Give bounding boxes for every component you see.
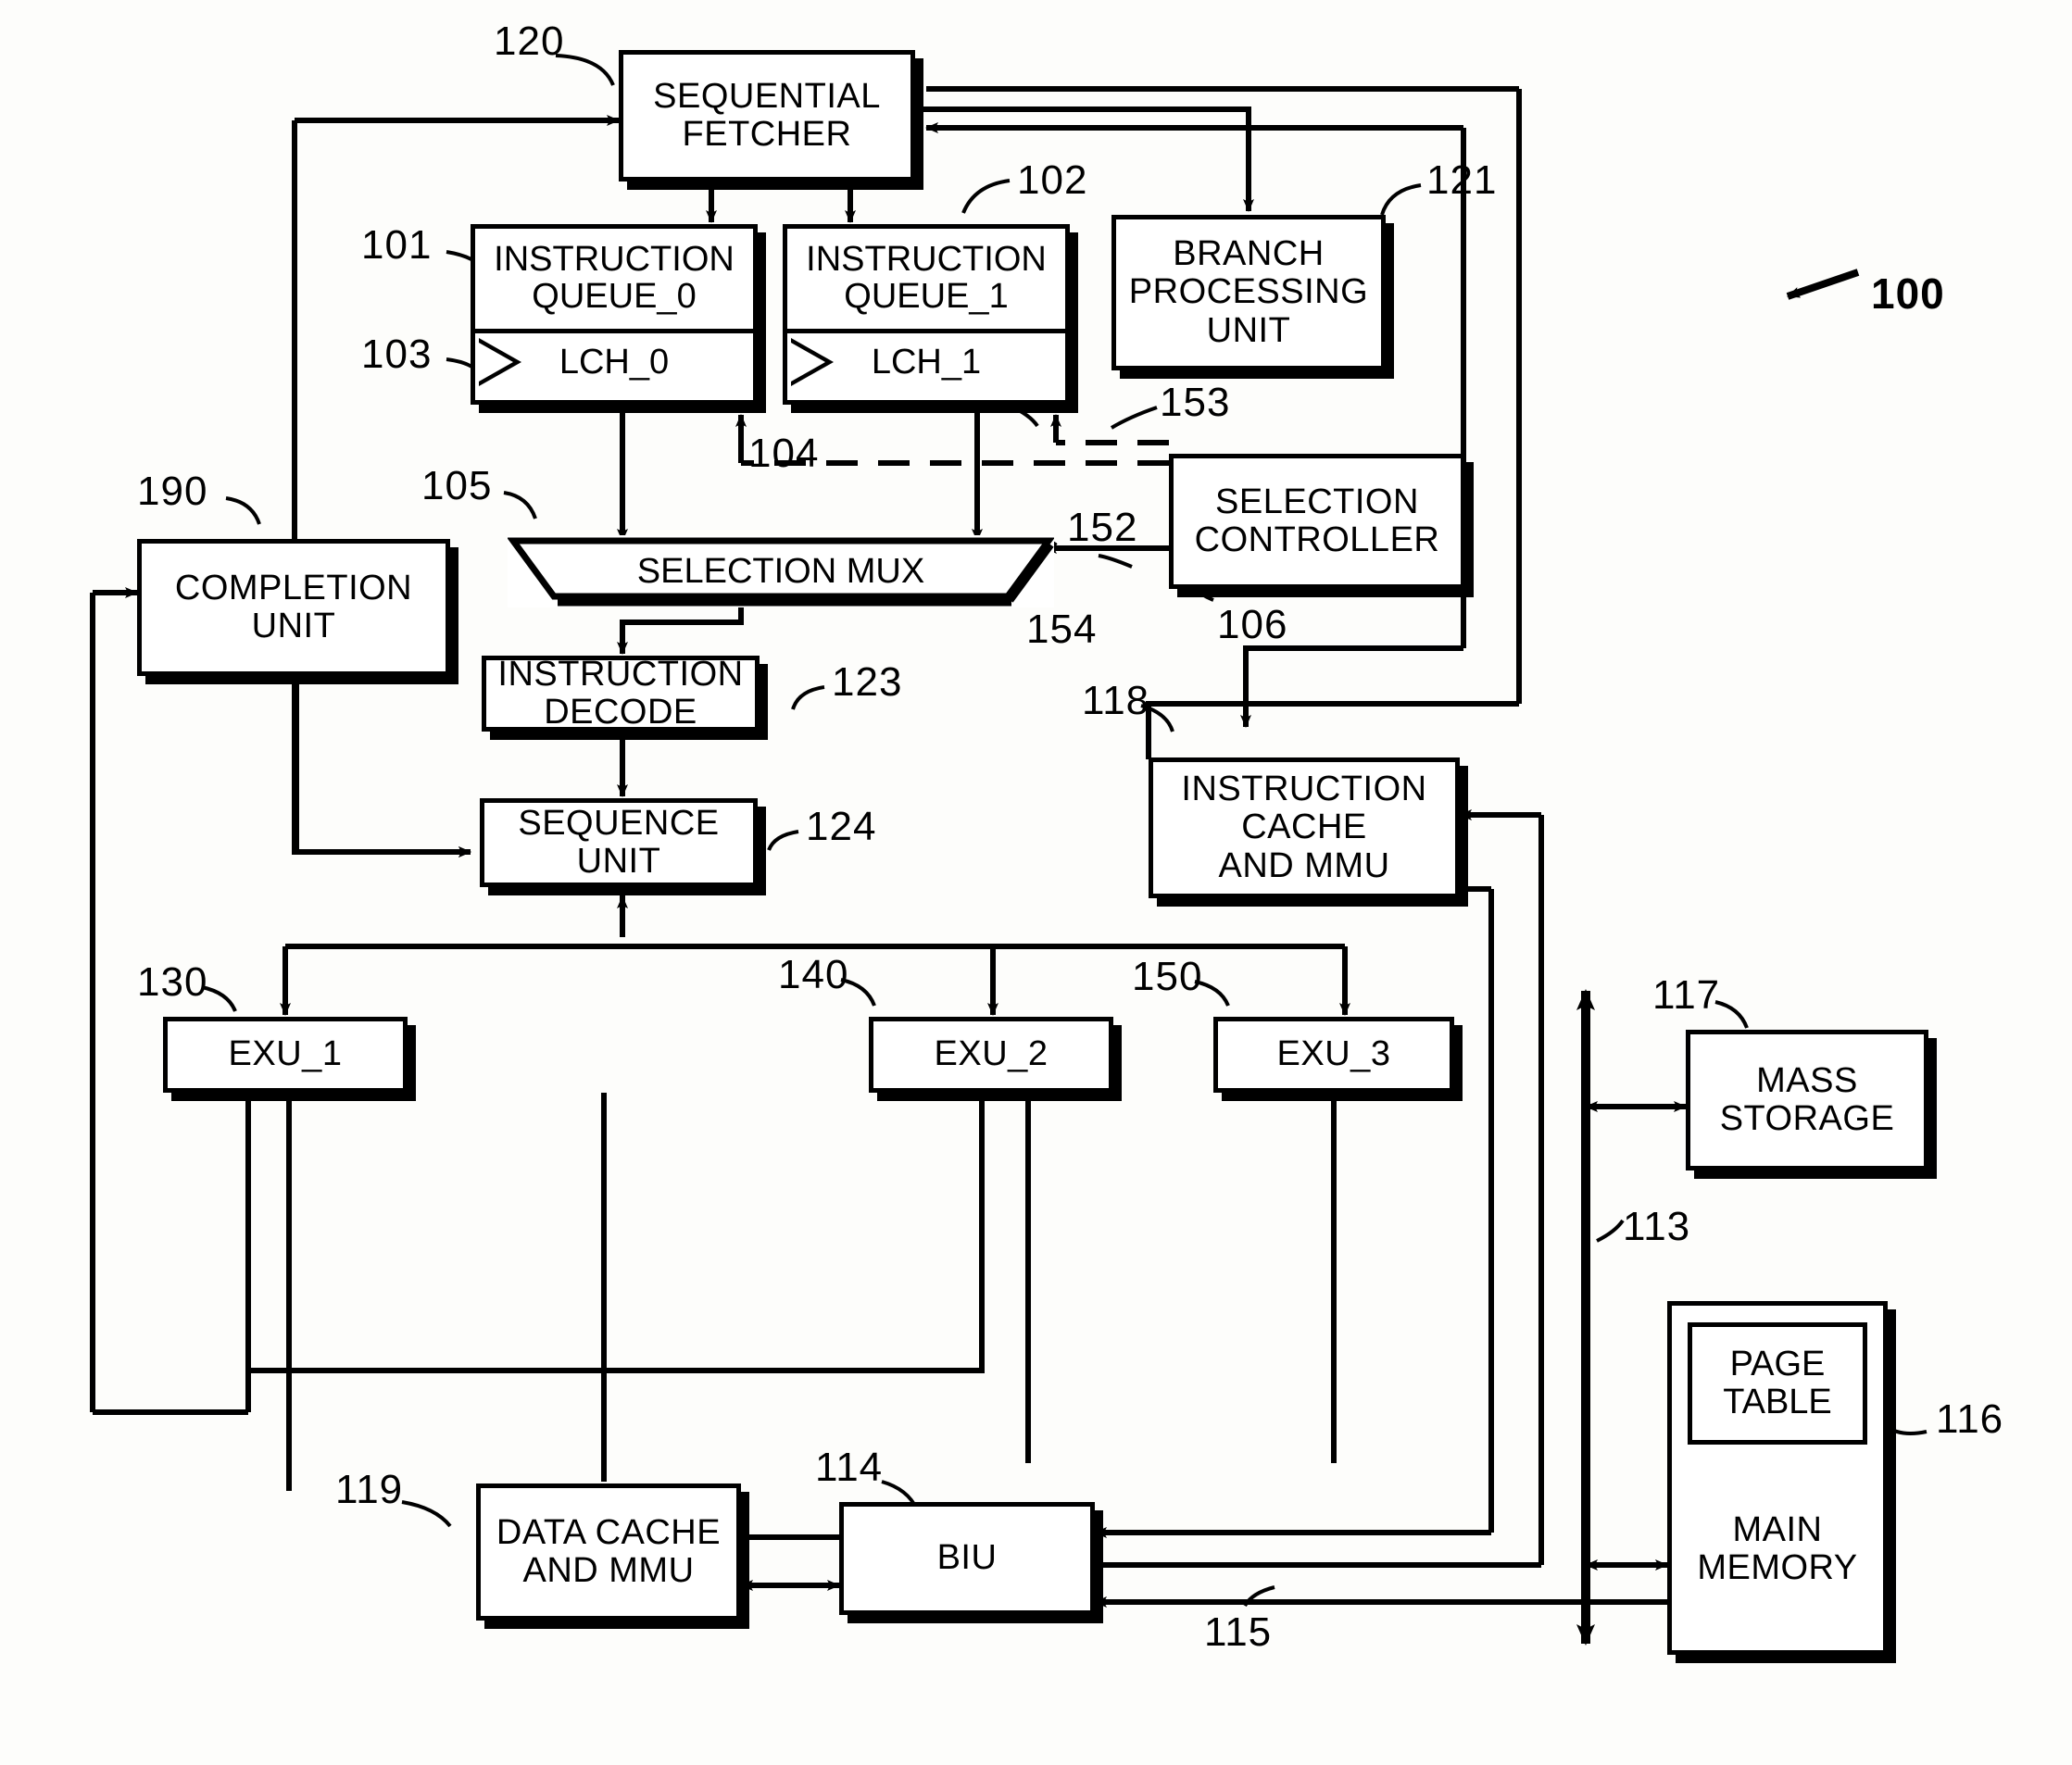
ref-106: 106: [1217, 602, 1288, 647]
block-selection-mux[interactable]: SELECTION MUX: [508, 535, 1054, 607]
instruction-cache-and-mmu-label: INSTRUCTION CACHE AND MMU: [1181, 770, 1427, 885]
block-instruction-queue-1[interactable]: INSTRUCTION QUEUE_1 LCH_1: [783, 224, 1070, 405]
ref-102: 102: [1017, 157, 1088, 203]
exu-1-label: EXU_1: [228, 1034, 343, 1074]
ref-114: 114: [815, 1445, 884, 1490]
ref-130: 130: [137, 959, 208, 1005]
block-sequence-unit[interactable]: SEQUENCE UNIT: [480, 798, 758, 887]
ref-103: 103: [361, 332, 433, 377]
selection-mux-label: SELECTION MUX: [636, 551, 925, 591]
block-exu-2[interactable]: EXU_2: [869, 1017, 1113, 1093]
lch-0-label: LCH_0: [559, 342, 670, 382]
block-exu-3[interactable]: EXU_3: [1213, 1017, 1454, 1093]
latch-lch-0[interactable]: LCH_0: [475, 333, 753, 391]
ref-190: 190: [137, 469, 208, 514]
block-instruction-cache-and-mmu[interactable]: INSTRUCTION CACHE AND MMU: [1149, 757, 1460, 898]
instruction-queue-0-label: INSTRUCTION QUEUE_0: [475, 229, 753, 333]
ref-124: 124: [806, 804, 877, 849]
ref-105: 105: [421, 463, 493, 508]
selection-controller-label: SELECTION CONTROLLER: [1194, 482, 1440, 559]
block-data-cache-and-mmu[interactable]: DATA CACHE AND MMU: [476, 1483, 741, 1621]
ref-119: 119: [335, 1467, 404, 1512]
ref-116: 116: [1936, 1396, 2004, 1442]
ref-104: 104: [748, 431, 820, 476]
ref-123: 123: [832, 659, 903, 705]
ref-117: 117: [1652, 972, 1721, 1018]
block-page-table[interactable]: PAGE TABLE: [1688, 1322, 1867, 1445]
block-completion-unit[interactable]: COMPLETION UNIT: [137, 539, 450, 676]
branch-processing-unit-label: BRANCH PROCESSING UNIT: [1128, 234, 1369, 350]
exu-2-label: EXU_2: [934, 1034, 1049, 1074]
ref-154: 154: [1026, 607, 1098, 652]
mass-storage-label: MASS STORAGE: [1719, 1060, 1895, 1138]
latch-lch-1[interactable]: LCH_1: [787, 333, 1065, 391]
instruction-queue-1-label: INSTRUCTION QUEUE_1: [787, 229, 1065, 333]
ref-140: 140: [778, 952, 849, 997]
exu-3-label: EXU_3: [1276, 1034, 1391, 1074]
instruction-decode-label: INSTRUCTION DECODE: [497, 654, 744, 732]
block-exu-1[interactable]: EXU_1: [163, 1017, 408, 1093]
main-memory-label: MAIN MEMORY: [1697, 1509, 1858, 1587]
patent-figure-canvas: SEQUENTIAL FETCHER INSTRUCTION QUEUE_0 L…: [0, 0, 2072, 1765]
ref-101: 101: [361, 222, 433, 268]
sequence-unit-label: SEQUENCE UNIT: [518, 803, 720, 881]
block-biu[interactable]: BIU: [839, 1502, 1095, 1615]
block-mass-storage[interactable]: MASS STORAGE: [1686, 1030, 1928, 1170]
ref-152: 152: [1067, 505, 1138, 550]
ref-100-system: 100: [1871, 269, 1945, 318]
sequential-fetcher-label: SEQUENTIAL FETCHER: [653, 76, 881, 154]
latch-triangle-icon: [791, 338, 834, 386]
data-cache-and-mmu-label: DATA CACHE AND MMU: [496, 1512, 722, 1590]
ref-115: 115: [1204, 1609, 1273, 1655]
completion-unit-label: COMPLETION UNIT: [174, 568, 413, 645]
ref-121: 121: [1426, 157, 1498, 203]
block-instruction-decode[interactable]: INSTRUCTION DECODE: [482, 654, 760, 732]
block-instruction-queue-0[interactable]: INSTRUCTION QUEUE_0 LCH_0: [471, 224, 758, 405]
ref-113: 113: [1623, 1204, 1691, 1249]
biu-label: BIU: [936, 1538, 998, 1578]
ref-150: 150: [1132, 954, 1203, 999]
ref-120: 120: [494, 19, 565, 64]
block-selection-controller[interactable]: SELECTION CONTROLLER: [1169, 454, 1465, 589]
lch-1-label: LCH_1: [871, 342, 982, 382]
page-table-label: PAGE TABLE: [1723, 1344, 1832, 1421]
ref-153: 153: [1160, 380, 1231, 425]
ref-118: 118: [1082, 678, 1150, 723]
block-sequential-fetcher[interactable]: SEQUENTIAL FETCHER: [619, 50, 915, 182]
block-branch-processing-unit[interactable]: BRANCH PROCESSING UNIT: [1111, 215, 1386, 370]
latch-triangle-icon: [479, 338, 521, 386]
